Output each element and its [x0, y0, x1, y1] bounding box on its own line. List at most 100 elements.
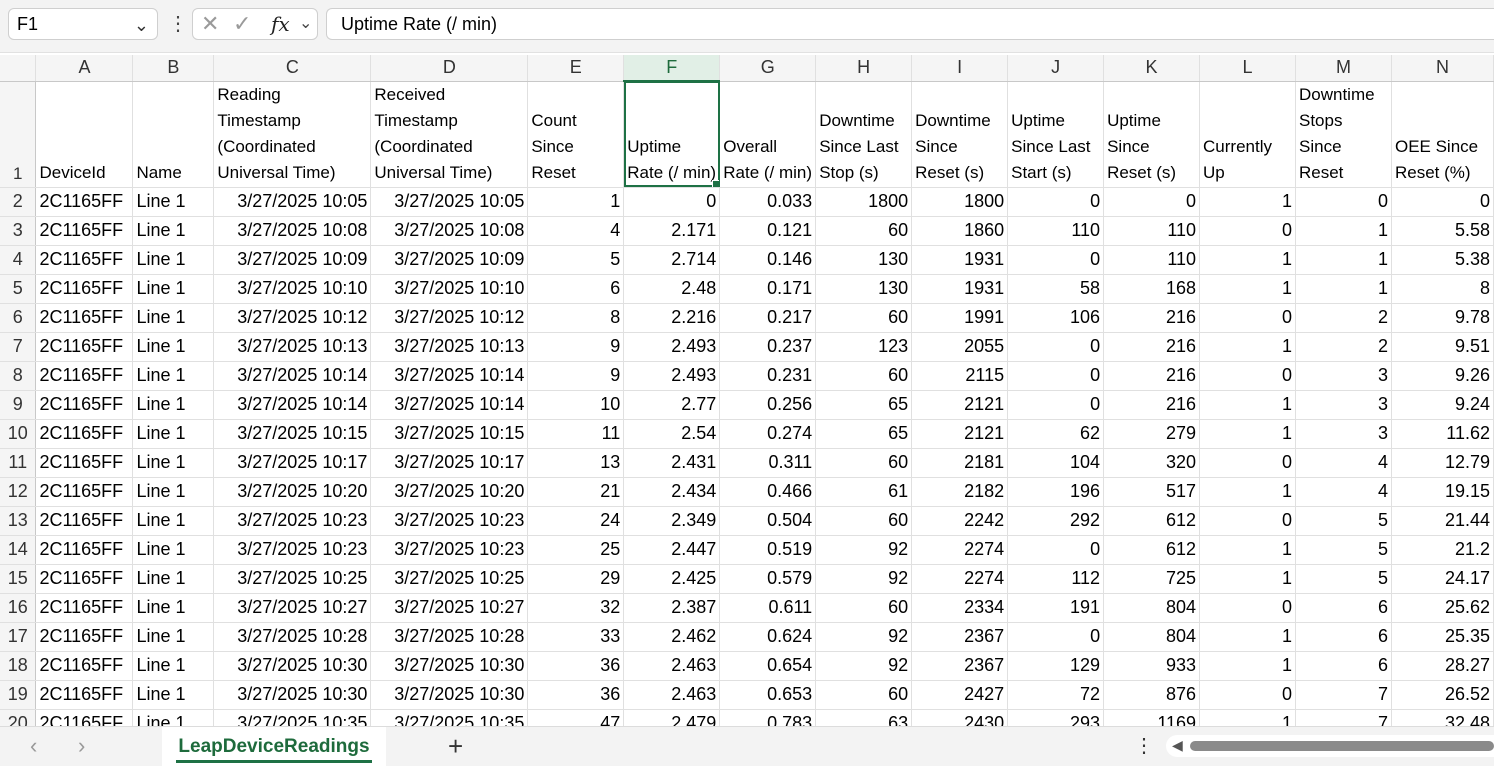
- cell[interactable]: 0: [623, 187, 721, 217]
- cell[interactable]: 2274: [911, 535, 1009, 565]
- spreadsheet-grid[interactable]: ABCDEFGHIJKLMN 1 DeviceId Name Reading Tim…: [0, 55, 1494, 726]
- cell[interactable]: 92: [815, 622, 913, 652]
- cell[interactable]: 2C1165FF: [35, 477, 134, 507]
- cell[interactable]: 1: [1199, 651, 1296, 681]
- cell[interactable]: 168: [1103, 274, 1201, 304]
- cell[interactable]: 1: [1295, 274, 1392, 304]
- cell[interactable]: 0.217: [719, 303, 817, 333]
- cell[interactable]: 293: [1007, 709, 1105, 726]
- select-all-corner[interactable]: [0, 55, 37, 82]
- cell[interactable]: 2430: [911, 709, 1009, 726]
- cell[interactable]: 24.17: [1391, 564, 1494, 594]
- cell[interactable]: 0.237: [719, 332, 817, 362]
- row-header[interactable]: 14: [0, 535, 37, 565]
- cell[interactable]: 3/27/2025 10:28: [370, 622, 529, 652]
- cell[interactable]: 0.611: [719, 593, 817, 623]
- cell[interactable]: 1169: [1103, 709, 1201, 726]
- cell[interactable]: 2334: [911, 593, 1009, 623]
- cell[interactable]: 6: [1295, 622, 1392, 652]
- cell[interactable]: 5.38: [1391, 245, 1494, 275]
- cell[interactable]: 0.311: [719, 448, 817, 478]
- cell[interactable]: 9.51: [1391, 332, 1494, 362]
- cell[interactable]: 3/27/2025 10:35: [370, 709, 529, 726]
- cell[interactable]: 60: [815, 593, 913, 623]
- cell[interactable]: 60: [815, 361, 913, 391]
- cell[interactable]: 63: [815, 709, 913, 726]
- fill-handle[interactable]: [712, 179, 719, 186]
- cell[interactable]: 1800: [815, 187, 913, 217]
- cell[interactable]: 3/27/2025 10:14: [213, 361, 372, 391]
- cell[interactable]: 0.504: [719, 506, 817, 536]
- column-header[interactable]: C: [213, 55, 372, 82]
- cell[interactable]: 123: [815, 332, 913, 362]
- column-header[interactable]: F: [623, 55, 721, 82]
- cell[interactable]: 2.387: [623, 593, 721, 623]
- cell[interactable]: 1: [1199, 709, 1296, 726]
- cell[interactable]: 2C1165FF: [35, 245, 134, 275]
- cell[interactable]: 517: [1103, 477, 1201, 507]
- cell[interactable]: 2C1165FF: [35, 390, 134, 420]
- cell[interactable]: 279: [1103, 419, 1201, 449]
- cell[interactable]: 0.033: [719, 187, 817, 217]
- cell[interactable]: Line 1: [132, 593, 215, 623]
- cell[interactable]: 60: [815, 216, 913, 246]
- cell[interactable]: 1: [1199, 535, 1296, 565]
- cell[interactable]: 9.78: [1391, 303, 1494, 333]
- cell[interactable]: 6: [1295, 593, 1392, 623]
- cell[interactable]: 3/27/2025 10:30: [370, 651, 529, 681]
- cell[interactable]: Line 1: [132, 506, 215, 536]
- cell[interactable]: 1: [1199, 477, 1296, 507]
- cell[interactable]: 3: [1295, 419, 1392, 449]
- cell[interactable]: 2.434: [623, 477, 721, 507]
- cell[interactable]: 2C1165FF: [35, 332, 134, 362]
- cell[interactable]: 876: [1103, 680, 1201, 710]
- cell[interactable]: 2.462: [623, 622, 721, 652]
- header-cell[interactable]: DeviceId: [35, 81, 134, 188]
- cell[interactable]: 0.653: [719, 680, 817, 710]
- cell[interactable]: 3/27/2025 10:23: [213, 535, 372, 565]
- cell[interactable]: 0: [1007, 332, 1105, 362]
- column-header[interactable]: M: [1295, 55, 1392, 82]
- cell[interactable]: 2.447: [623, 535, 721, 565]
- cell[interactable]: 28.27: [1391, 651, 1494, 681]
- add-sheet-icon[interactable]: +: [448, 727, 463, 765]
- header-cell[interactable]: Name: [132, 81, 215, 188]
- cell[interactable]: 216: [1103, 303, 1201, 333]
- cell[interactable]: Line 1: [132, 535, 215, 565]
- cell[interactable]: 2.479: [623, 709, 721, 726]
- cell[interactable]: 110: [1103, 245, 1201, 275]
- column-header[interactable]: N: [1391, 55, 1494, 82]
- chevron-down-icon[interactable]: ⌄: [299, 9, 312, 39]
- cell[interactable]: 0.654: [719, 651, 817, 681]
- header-cell[interactable]: Uptime Since Last Start (s): [1007, 81, 1105, 188]
- cell[interactable]: 110: [1007, 216, 1105, 246]
- cell[interactable]: 2C1165FF: [35, 622, 134, 652]
- cell[interactable]: Line 1: [132, 303, 215, 333]
- cell[interactable]: 58: [1007, 274, 1105, 304]
- column-header[interactable]: B: [132, 55, 215, 82]
- cell[interactable]: 21: [527, 477, 625, 507]
- row-header[interactable]: 2: [0, 187, 37, 217]
- cell[interactable]: Line 1: [132, 361, 215, 391]
- cell[interactable]: 2C1165FF: [35, 274, 134, 304]
- cell[interactable]: 60: [815, 448, 913, 478]
- row-header[interactable]: 9: [0, 390, 37, 420]
- cell[interactable]: 0.624: [719, 622, 817, 652]
- cell[interactable]: 2.171: [623, 216, 721, 246]
- row-header[interactable]: 17: [0, 622, 37, 652]
- cell[interactable]: 0: [1007, 187, 1105, 217]
- cell[interactable]: 3/27/2025 10:17: [213, 448, 372, 478]
- cell[interactable]: 4: [1295, 477, 1392, 507]
- header-cell[interactable]: OEE Since Reset (%): [1391, 81, 1494, 188]
- cell[interactable]: 3/27/2025 10:13: [370, 332, 529, 362]
- cell[interactable]: 9.26: [1391, 361, 1494, 391]
- row-header[interactable]: 5: [0, 274, 37, 304]
- cell[interactable]: 1800: [911, 187, 1009, 217]
- cell[interactable]: 1: [1295, 216, 1392, 246]
- cell[interactable]: 2242: [911, 506, 1009, 536]
- cell[interactable]: 1: [1199, 274, 1296, 304]
- cell[interactable]: 12.79: [1391, 448, 1494, 478]
- cell[interactable]: 2181: [911, 448, 1009, 478]
- cell[interactable]: 3/27/2025 10:17: [370, 448, 529, 478]
- cell[interactable]: 933: [1103, 651, 1201, 681]
